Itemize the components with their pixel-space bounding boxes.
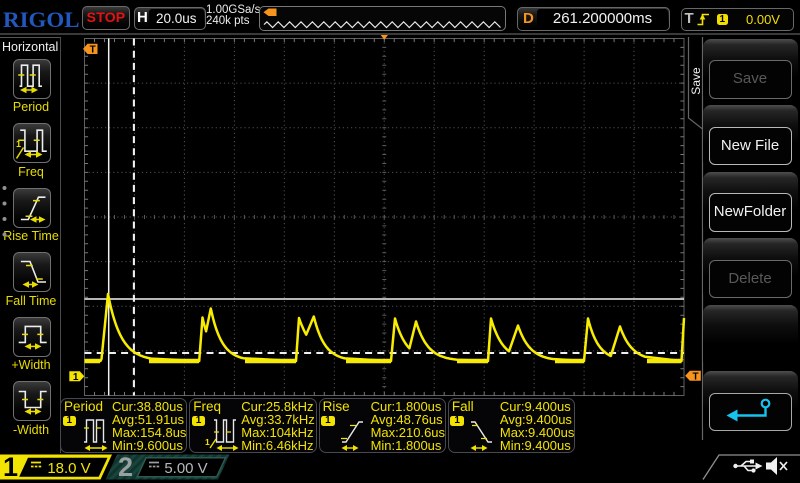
svg-text:T: T — [90, 45, 96, 56]
svg-text:1: 1 — [205, 437, 210, 447]
svg-text:1: 1 — [16, 139, 21, 149]
svg-text:1: 1 — [73, 372, 79, 383]
